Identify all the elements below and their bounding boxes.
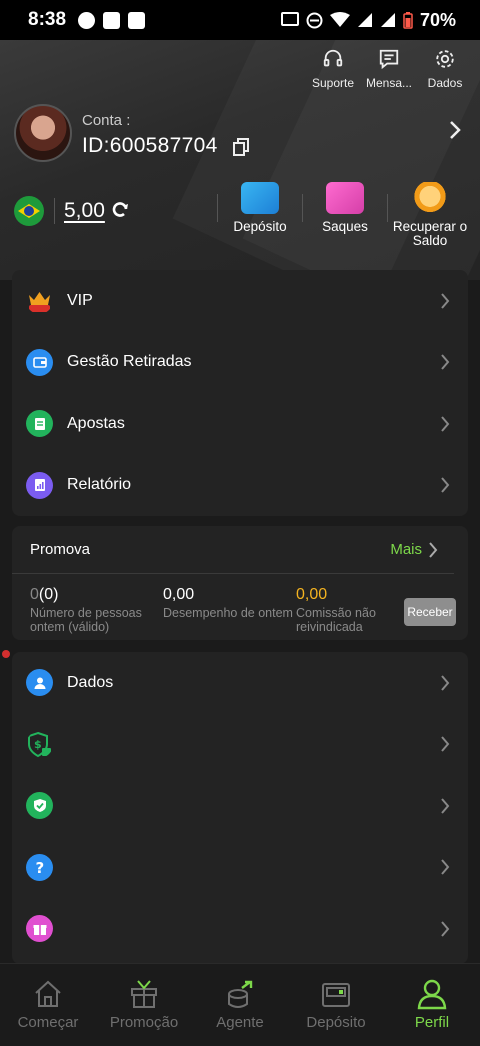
primary-menu: VIP Gestão Retiradas Apostas Relatório bbox=[12, 270, 468, 516]
chevron-right-icon bbox=[441, 675, 450, 691]
wifi-icon bbox=[329, 12, 350, 27]
withdraw-button[interactable]: Saques bbox=[303, 182, 387, 234]
document-icon bbox=[26, 410, 53, 438]
video-icon bbox=[128, 11, 146, 29]
status-time: 8:38 bbox=[28, 9, 67, 30]
menu-item-vip[interactable]: VIP bbox=[12, 270, 468, 332]
signal-icon bbox=[357, 13, 372, 27]
stat-performance: 0,00 Desempenho de ontem bbox=[163, 586, 293, 620]
chevron-right-icon bbox=[441, 859, 450, 875]
shield-check-icon bbox=[26, 792, 53, 820]
tab-agent[interactable]: Agente bbox=[192, 964, 288, 1046]
agent-coins-icon bbox=[228, 980, 253, 1008]
menu-item-withdrawals[interactable]: Gestão Retiradas bbox=[12, 332, 468, 394]
receive-button[interactable]: Receber bbox=[404, 598, 456, 626]
svg-text:$: $ bbox=[34, 738, 42, 751]
question-icon: ? bbox=[26, 853, 53, 881]
promo-title: Promova bbox=[30, 541, 91, 558]
menu-item-data[interactable]: Dados bbox=[12, 652, 468, 714]
bag-icon bbox=[103, 11, 121, 29]
chevron-right-icon bbox=[441, 477, 450, 493]
chevron-right-icon bbox=[441, 798, 450, 814]
bottom-tab-bar: Começar Promoção Agente Depósito Perfil bbox=[0, 963, 480, 1046]
gear-icon bbox=[436, 50, 454, 68]
gift-box-icon bbox=[131, 980, 157, 1008]
menu-item-security-lock[interactable]: $ bbox=[12, 714, 468, 776]
tab-profile[interactable]: Perfil bbox=[384, 964, 480, 1046]
chevron-right-icon bbox=[441, 354, 450, 370]
tab-home[interactable]: Começar bbox=[0, 964, 96, 1046]
headset-icon bbox=[323, 49, 343, 67]
tab-deposit[interactable]: Depósito bbox=[288, 964, 384, 1046]
secondary-menu: Dados $ ? bbox=[12, 652, 468, 964]
menu-item-report[interactable]: Relatório bbox=[12, 455, 468, 517]
report-icon bbox=[26, 471, 53, 499]
recover-balance-button[interactable]: Recuperar o Saldo bbox=[388, 182, 472, 248]
promo-header: Promova Mais bbox=[12, 526, 454, 574]
cast-icon bbox=[280, 12, 299, 26]
dnd-icon bbox=[306, 12, 323, 28]
vip-crown-icon bbox=[29, 292, 50, 313]
messages-link[interactable]: Mensa... bbox=[366, 48, 412, 90]
refresh-icon[interactable] bbox=[110, 200, 130, 220]
signal-icon-2 bbox=[380, 13, 395, 27]
promo-card: Promova Mais 0(0) Número de pessoas onte… bbox=[12, 526, 468, 640]
copy-icon[interactable] bbox=[232, 138, 250, 156]
chevron-right-icon bbox=[441, 293, 450, 309]
balance-value[interactable]: 5,00 bbox=[64, 199, 105, 223]
dollar-shield-lock-icon: $ bbox=[28, 731, 51, 757]
avatar[interactable] bbox=[14, 104, 72, 162]
battery-percent: 70% bbox=[419, 9, 456, 30]
brazil-flag-icon bbox=[14, 196, 44, 226]
promo-more-link[interactable]: Mais bbox=[390, 541, 422, 558]
menu-item-bets[interactable]: Apostas bbox=[12, 393, 468, 455]
chevron-right-icon[interactable] bbox=[448, 120, 462, 140]
account-label: Conta : bbox=[82, 112, 131, 129]
support-link[interactable]: Suporte bbox=[310, 48, 356, 90]
tab-promotion[interactable]: Promoção bbox=[96, 964, 192, 1046]
wallet-tab-icon bbox=[322, 983, 350, 1007]
battery-icon bbox=[403, 11, 413, 29]
chevron-right-icon bbox=[441, 736, 450, 752]
settings-link[interactable]: Dados bbox=[422, 48, 468, 90]
top-links: Suporte Mensa... Dados bbox=[310, 48, 468, 90]
menu-item-gift[interactable] bbox=[12, 898, 468, 960]
message-icon bbox=[379, 49, 399, 70]
home-icon bbox=[35, 980, 61, 1007]
wallet-actions: Depósito Saques Recuperar o Saldo bbox=[217, 182, 472, 248]
floating-dot[interactable] bbox=[2, 650, 10, 658]
menu-item-security[interactable] bbox=[12, 775, 468, 837]
withdraw-card-icon bbox=[326, 182, 364, 214]
coins-icon bbox=[411, 182, 449, 214]
chevron-right-icon bbox=[441, 416, 450, 432]
deposit-button[interactable]: Depósito bbox=[218, 182, 302, 234]
account-id: ID:600587704 bbox=[82, 134, 218, 157]
chevron-right-icon[interactable] bbox=[428, 541, 438, 558]
gift-icon bbox=[26, 915, 53, 943]
wallet-icon bbox=[26, 348, 53, 376]
profile-icon bbox=[417, 979, 447, 1010]
stat-people: 0(0) Número de pessoas ontem (válido) bbox=[30, 586, 142, 634]
svg-text:?: ? bbox=[35, 859, 44, 875]
chevron-right-icon bbox=[441, 921, 450, 937]
promo-stats: 0(0) Número de pessoas ontem (válido) 0,… bbox=[12, 574, 468, 634]
status-bar: 8:38 70% bbox=[0, 0, 480, 40]
menu-item-help[interactable]: ? bbox=[12, 837, 468, 899]
shazam-icon bbox=[78, 11, 96, 29]
deposit-card-icon bbox=[241, 182, 279, 214]
user-icon bbox=[26, 669, 53, 697]
